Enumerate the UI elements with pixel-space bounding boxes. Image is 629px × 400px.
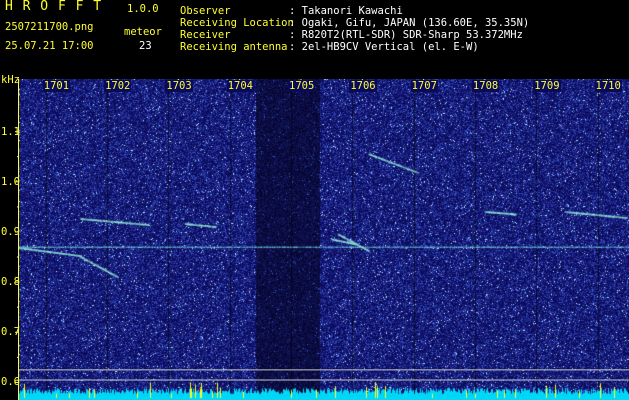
- file-datetime: 25.07.21 17:00: [5, 40, 94, 52]
- info-value-antenna: : 2el-HB9CV Vertical (el. E-W): [289, 41, 479, 53]
- x-tick-label: 1703: [165, 80, 193, 92]
- y-tick-label: 0.9: [1, 225, 20, 238]
- hrofft-window: H R O F F T 1.0.0 2507211700.png meteor …: [0, 0, 629, 400]
- x-tick-label: 1710: [594, 80, 622, 92]
- y-tick-label: 1.1: [1, 125, 20, 138]
- info-label-location: Receiving Location: [180, 17, 294, 29]
- y-axis-unit: kHz: [1, 74, 20, 86]
- app-name: H R O F F T: [5, 0, 103, 14]
- x-tick-label: 1706: [349, 80, 377, 92]
- meteor-label: meteor: [124, 26, 162, 38]
- y-tick-label: 0.6: [1, 376, 20, 389]
- x-tick-label: 1707: [410, 80, 438, 92]
- y-tick-label: 0.7: [1, 326, 20, 339]
- x-tick-label: 1702: [104, 80, 132, 92]
- info-label-receiver: Receiver: [180, 29, 231, 41]
- app-version: 1.0.0: [127, 3, 159, 15]
- info-label-observer: Observer: [180, 5, 231, 17]
- x-tick-label: 1709: [533, 80, 561, 92]
- meteor-count: 23: [139, 40, 152, 52]
- y-tick-label: 0.8: [1, 276, 20, 289]
- x-tick-label: 1705: [288, 80, 316, 92]
- x-tick-label: 1701: [42, 80, 71, 92]
- y-tick-label: 1.0: [1, 175, 20, 188]
- info-value-location: : Ogaki, Gifu, JAPAN (136.60E, 35.35N): [289, 17, 530, 29]
- spectrogram-heatmap: [19, 79, 629, 400]
- file-name: 2507211700.png: [5, 21, 94, 33]
- info-label-antenna: Receiving antenna: [180, 41, 288, 53]
- x-tick-label: 1708: [471, 80, 500, 92]
- info-value-observer: : Takanori Kawachi: [289, 5, 403, 17]
- info-value-receiver: : R820T2(RTL-SDR) SDR-Sharp 53.372MHz: [289, 29, 523, 41]
- x-tick-label: 1704: [226, 80, 254, 92]
